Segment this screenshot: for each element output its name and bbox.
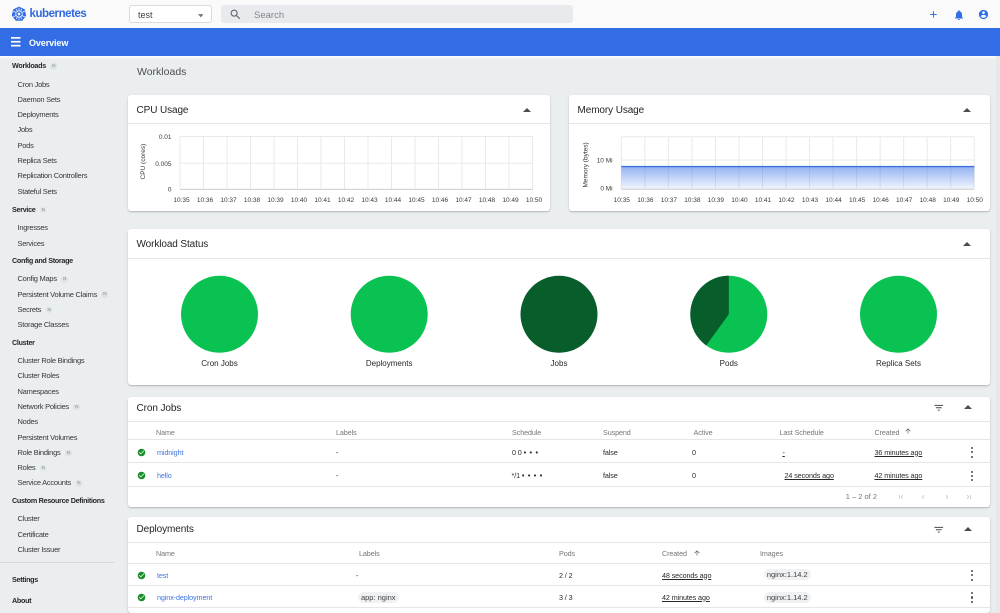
svg-text:0.005: 0.005: [155, 161, 172, 168]
svg-text:10:42: 10:42: [778, 197, 795, 204]
svg-text:10:36: 10:36: [197, 197, 214, 204]
svg-text:10:35: 10:35: [173, 197, 190, 204]
svg-text:10:49: 10:49: [502, 197, 519, 204]
svg-text:10:43: 10:43: [361, 197, 378, 204]
svg-text:10:39: 10:39: [708, 197, 725, 204]
svg-text:Memory (bytes): Memory (bytes): [583, 142, 590, 187]
svg-text:0 Mi: 0 Mi: [600, 185, 612, 192]
svg-text:10:40: 10:40: [731, 197, 748, 204]
svg-text:10:35: 10:35: [614, 197, 631, 204]
svg-text:10:38: 10:38: [684, 197, 701, 204]
svg-text:10:43: 10:43: [802, 197, 819, 204]
svg-text:10:50: 10:50: [967, 197, 984, 204]
svg-text:CPU (cores): CPU (cores): [140, 144, 147, 180]
svg-text:10:40: 10:40: [291, 197, 308, 204]
svg-text:10:47: 10:47: [896, 197, 913, 204]
svg-text:10:41: 10:41: [314, 197, 331, 204]
svg-text:0: 0: [168, 187, 172, 194]
svg-text:10:49: 10:49: [943, 197, 960, 204]
svg-text:10:45: 10:45: [849, 197, 866, 204]
svg-text:10:48: 10:48: [479, 197, 496, 204]
svg-text:10:50: 10:50: [526, 197, 543, 204]
svg-text:10:48: 10:48: [920, 197, 937, 204]
svg-text:10:37: 10:37: [661, 197, 678, 204]
svg-text:10:46: 10:46: [432, 197, 449, 204]
svg-text:10:41: 10:41: [755, 197, 772, 204]
svg-text:10:36: 10:36: [637, 197, 654, 204]
svg-text:10:44: 10:44: [385, 197, 402, 204]
svg-text:10:38: 10:38: [244, 197, 261, 204]
svg-text:10:46: 10:46: [872, 197, 889, 204]
svg-text:10:39: 10:39: [267, 197, 284, 204]
svg-text:10:47: 10:47: [455, 197, 472, 204]
svg-text:10:37: 10:37: [220, 197, 237, 204]
svg-text:10 Mi: 10 Mi: [597, 157, 613, 164]
svg-text:10:44: 10:44: [825, 197, 842, 204]
svg-text:10:45: 10:45: [408, 197, 425, 204]
svg-text:0.01: 0.01: [159, 134, 172, 141]
svg-text:10:42: 10:42: [338, 197, 355, 204]
